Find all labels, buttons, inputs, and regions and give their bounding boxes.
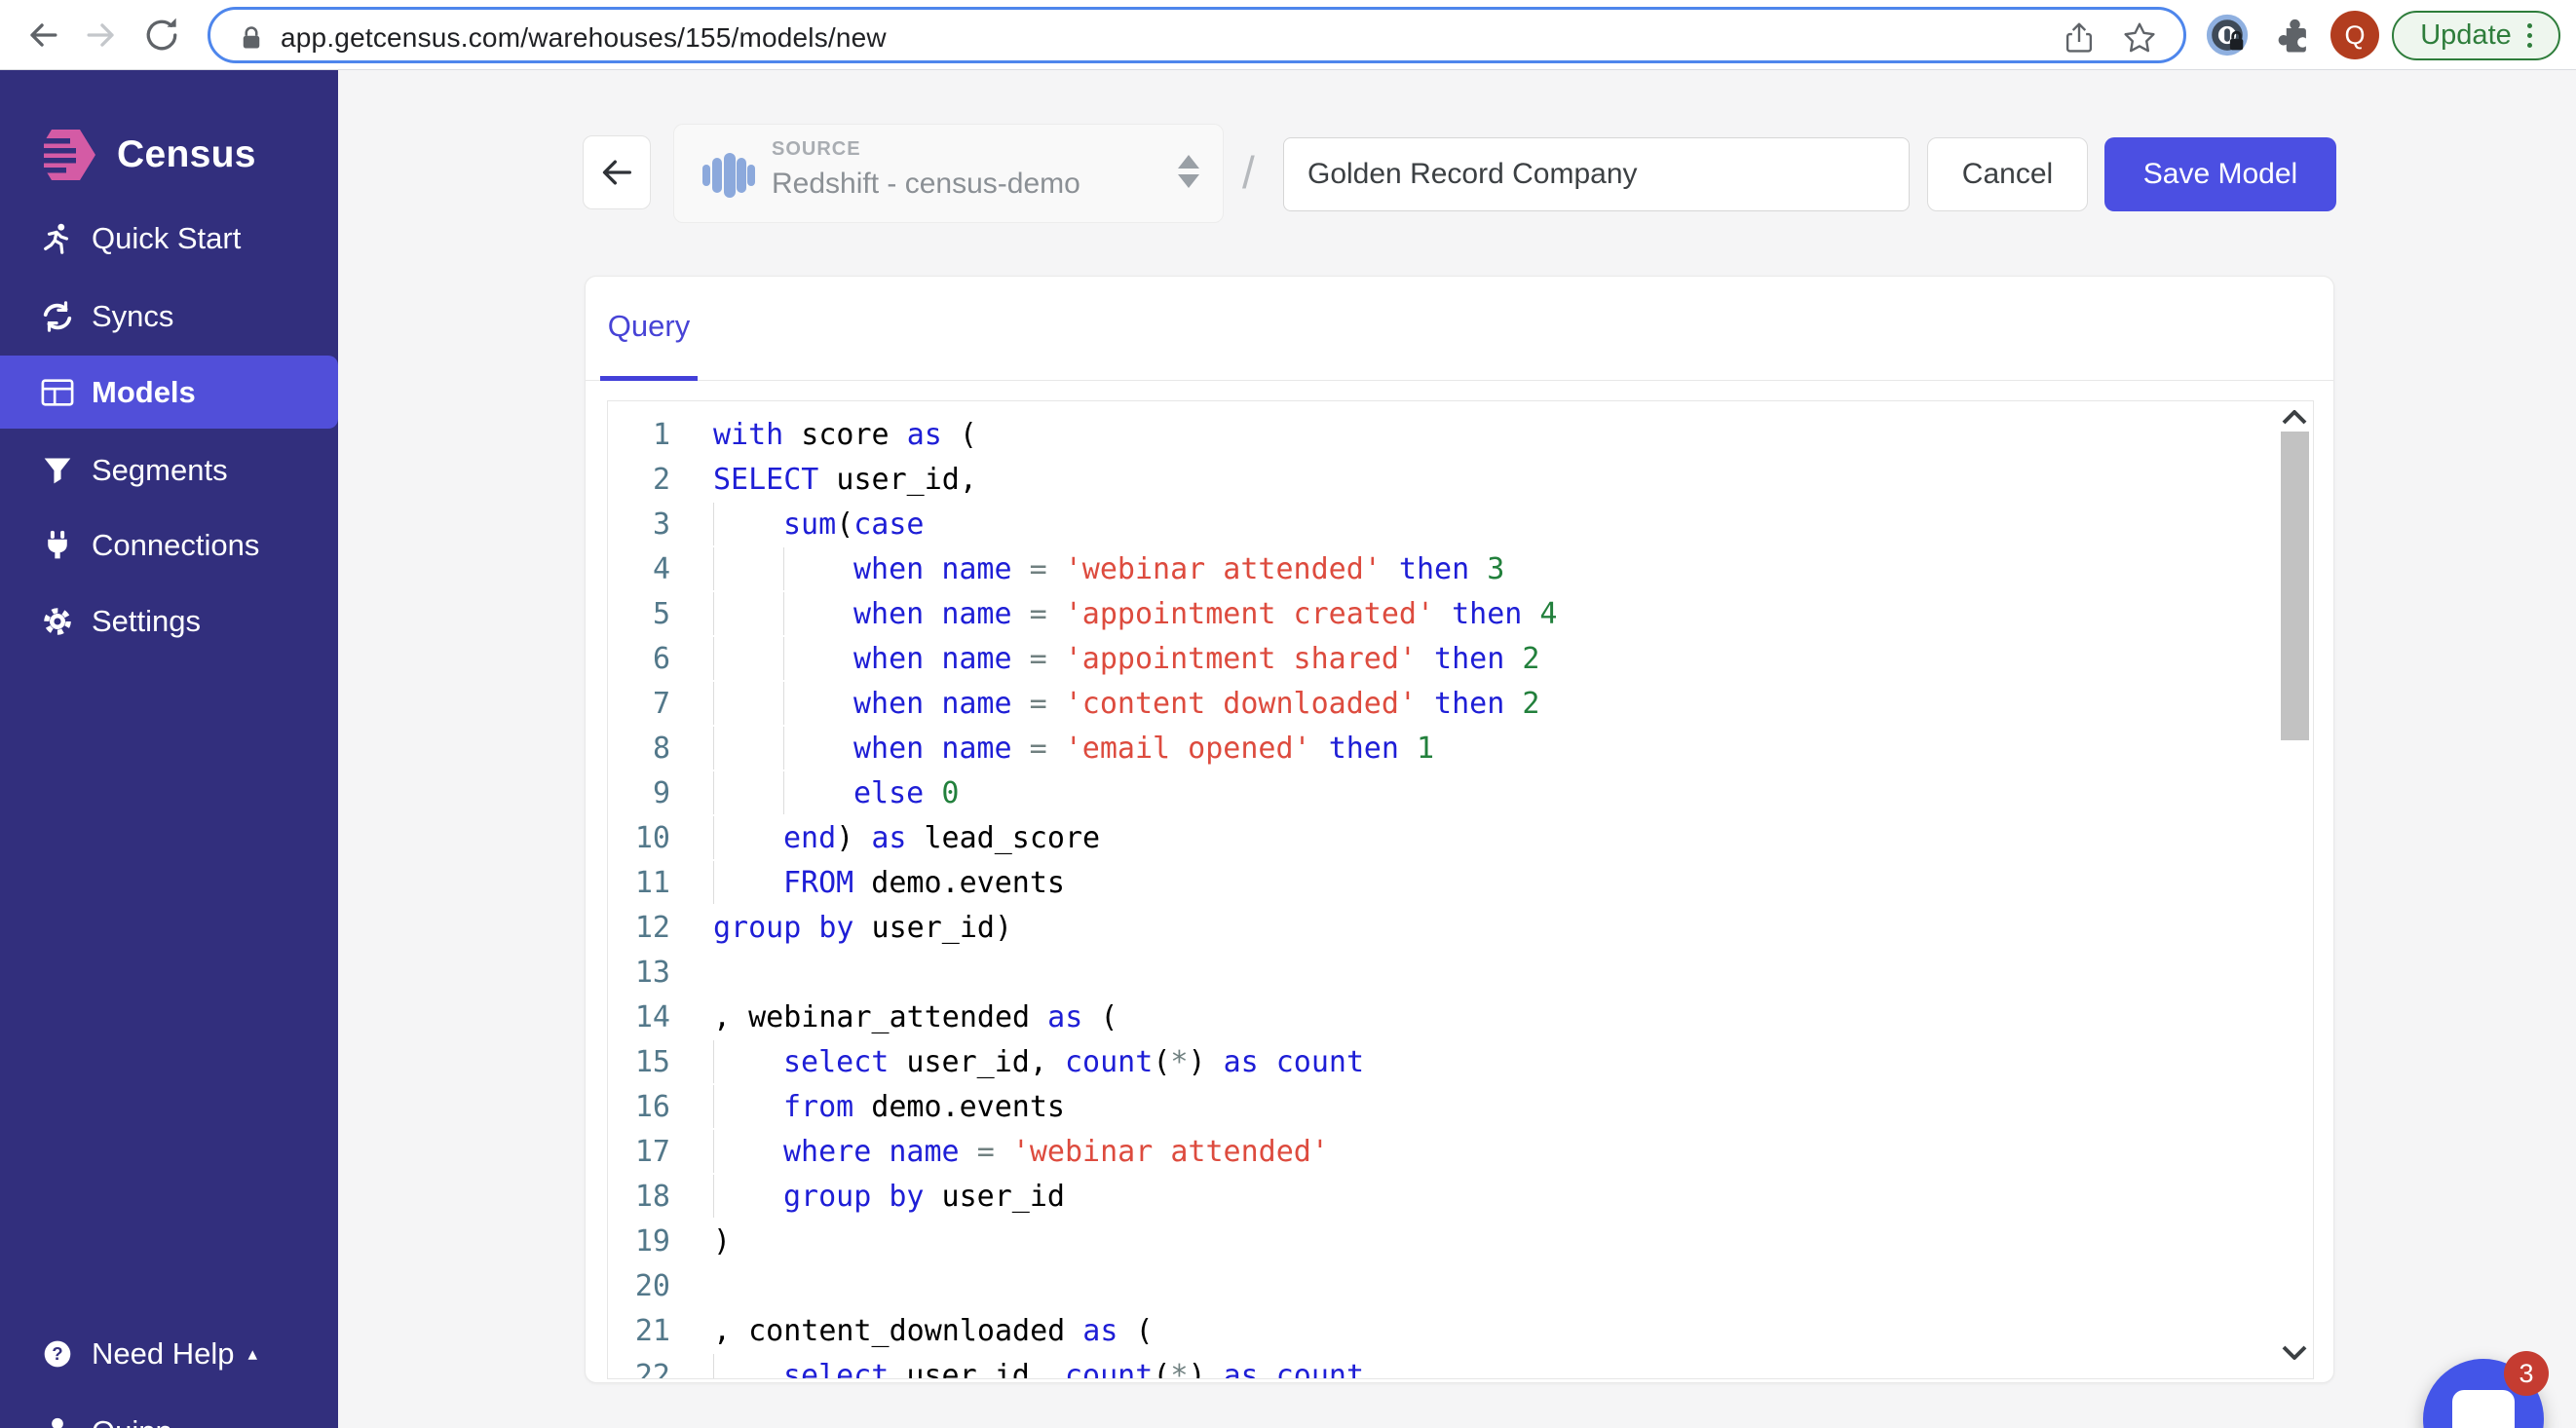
scroll-down-arrow[interactable]: [2278, 1341, 2311, 1367]
code-line: 1with score as (: [608, 413, 2313, 458]
password-manager-icon[interactable]: [2204, 12, 2251, 58]
browser-back-button[interactable]: [19, 12, 66, 58]
extensions-puzzle-icon[interactable]: [2268, 12, 2315, 58]
sidebar: Census Quick Start Syncs: [0, 70, 338, 1428]
collapse-caret-icon: ▴: [247, 1343, 257, 1366]
source-value: Redshift - census-demo: [772, 168, 1080, 201]
sync-icon: [41, 300, 74, 333]
code-line: 14, webinar_attended as (: [608, 996, 2313, 1040]
save-model-button[interactable]: Save Model: [2104, 137, 2336, 211]
census-logo[interactable]: Census: [35, 127, 256, 183]
sidebar-item-label: Settings: [92, 604, 201, 639]
sidebar-item-connections[interactable]: Connections: [0, 508, 338, 582]
sidebar-item-quick-start[interactable]: Quick Start: [0, 202, 338, 276]
code-line: 20: [608, 1264, 2313, 1309]
bookmark-star-icon[interactable]: [2121, 19, 2158, 61]
code-line: 18group by user_id: [608, 1175, 2313, 1220]
help-circle-icon: ?: [41, 1338, 74, 1370]
back-button[interactable]: [583, 135, 651, 209]
tab-bar: Query: [586, 277, 2333, 381]
sql-editor[interactable]: 1with score as (2SELECT user_id,3sum(cas…: [607, 400, 2314, 1379]
lock-icon: [234, 20, 269, 60]
code-line: 5when name = 'appointment created' then …: [608, 592, 2313, 637]
browser-forward-button[interactable]: [78, 12, 125, 58]
person-icon: [41, 1415, 74, 1428]
browser-update-button[interactable]: Update: [2392, 11, 2560, 60]
code-line: 21, content_downloaded as (: [608, 1309, 2313, 1354]
code-line: 7when name = 'content downloaded' then 2: [608, 682, 2313, 727]
source-label: SOURCE: [772, 138, 861, 161]
sidebar-item-label: Quick Start: [92, 221, 241, 256]
gear-icon: [41, 606, 74, 637]
select-arrows-icon: [1178, 155, 1199, 188]
url-text: app.getcensus.com/warehouses/155/models/…: [281, 22, 887, 54]
code-line: 8when name = 'email opened' then 1: [608, 727, 2313, 771]
model-name-input[interactable]: [1283, 137, 1910, 211]
scroll-up-arrow[interactable]: [2278, 407, 2311, 432]
code-line: 13: [608, 951, 2313, 996]
code-line: 3sum(case: [608, 503, 2313, 547]
sidebar-item-models[interactable]: Models: [0, 356, 338, 429]
code-line: 4when name = 'webinar attended' then 3: [608, 547, 2313, 592]
code-line: 16from demo.events: [608, 1085, 2313, 1130]
browser-toolbar: app.getcensus.com/warehouses/155/models/…: [0, 0, 2576, 70]
runner-icon: [41, 221, 74, 256]
sidebar-item-label: Syncs: [92, 299, 173, 334]
census-logo-icon: [35, 127, 99, 183]
code-line: 6when name = 'appointment shared' then 2: [608, 637, 2313, 682]
source-select[interactable]: SOURCE Redshift - census-demo: [673, 124, 1224, 223]
need-help-button[interactable]: ? Need Help ▴: [0, 1317, 338, 1391]
svg-text:?: ?: [52, 1343, 62, 1364]
kebab-menu-icon: [2527, 23, 2532, 48]
code-line: 15select user_id, count(*) as count: [608, 1040, 2313, 1085]
sidebar-item-label: Segments: [92, 453, 228, 488]
tab-query[interactable]: Query: [600, 277, 698, 381]
user-name-label: Quinn: [92, 1414, 172, 1428]
brand-name: Census: [117, 133, 256, 176]
sidebar-item-syncs[interactable]: Syncs: [0, 280, 338, 354]
code-line: 19): [608, 1220, 2313, 1264]
url-bar[interactable]: app.getcensus.com/warehouses/155/models/…: [208, 7, 2186, 63]
sidebar-item-segments[interactable]: Segments: [0, 433, 338, 507]
code-line: 9else 0: [608, 771, 2313, 816]
path-separator: /: [1242, 146, 1255, 199]
query-card: Query 1with score as (2SELECT user_id,3s…: [585, 276, 2334, 1383]
need-help-label: Need Help: [92, 1336, 234, 1372]
profile-avatar[interactable]: Q: [2330, 11, 2379, 59]
sidebar-item-label: Connections: [92, 528, 259, 563]
sidebar-item-settings[interactable]: Settings: [0, 584, 338, 658]
table-grid-icon: [41, 378, 74, 407]
chat-notification-badge: 3: [2504, 1351, 2549, 1396]
cancel-button[interactable]: Cancel: [1927, 137, 2088, 211]
browser-reload-button[interactable]: [138, 12, 185, 58]
code-line: 17where name = 'webinar attended': [608, 1130, 2313, 1175]
screen: app.getcensus.com/warehouses/155/models/…: [0, 0, 2576, 1428]
main-content: SOURCE Redshift - census-demo / Cancel S…: [338, 70, 2576, 1428]
scrollbar-thumb[interactable]: [2281, 432, 2309, 740]
code-lines: 1with score as (2SELECT user_id,3sum(cas…: [608, 401, 2313, 1379]
funnel-icon: [41, 455, 74, 486]
redshift-database-icon: [701, 148, 756, 207]
code-line: 11FROM demo.events: [608, 861, 2313, 906]
code-line: 22select user_id, count(*) as count: [608, 1354, 2313, 1379]
chat-bot-icon: [2452, 1390, 2515, 1428]
code-line: 12group by user_id): [608, 906, 2313, 951]
update-label: Update: [2420, 19, 2512, 52]
share-icon[interactable]: [2061, 19, 2098, 61]
sidebar-item-label: Models: [92, 375, 196, 410]
code-line: 10end) as lead_score: [608, 816, 2313, 861]
plug-icon: [41, 529, 74, 562]
sidebar-item-user[interactable]: Quinn: [0, 1395, 338, 1428]
code-line: 2SELECT user_id,: [608, 458, 2313, 503]
editor-scrollbar: [2278, 401, 2311, 1378]
